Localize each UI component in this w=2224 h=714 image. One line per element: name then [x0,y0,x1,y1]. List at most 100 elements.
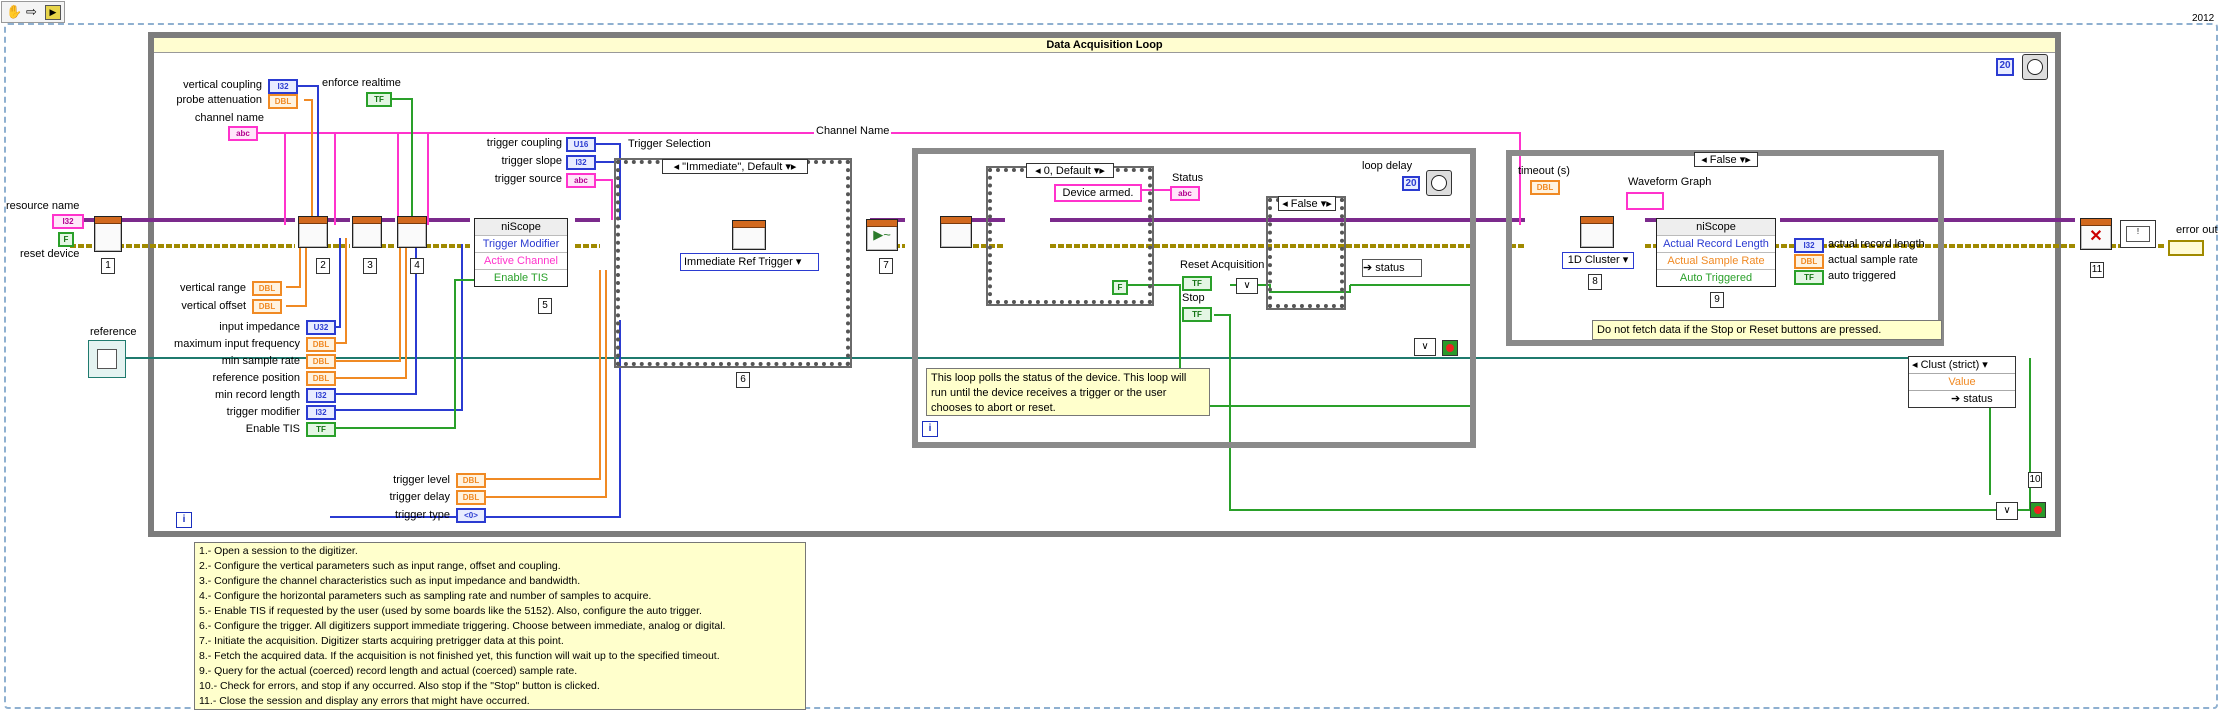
step-1: 1 [101,258,115,274]
enforce-realtime-control[interactable]: TF [366,92,392,107]
trigger-type-label: trigger type [394,509,450,521]
property-auto-triggered[interactable]: Auto Triggered [1657,269,1775,286]
channel-name-wire-label: Channel Name [814,125,892,138]
property-enable-tis[interactable]: Enable TIS [475,269,567,286]
property-actual-record-length[interactable]: Actual Record Length [1657,235,1775,252]
niscope-initialize-node[interactable] [94,216,122,252]
step-3: 3 [363,258,377,274]
stop-button[interactable]: TF [1182,307,1212,322]
enable-tis-label: Enable TIS [245,423,300,435]
note-5: 5.- Enable TIS if requested by the user … [199,605,702,617]
note-6: 6.- Configure the trigger. All digitizer… [199,620,726,632]
step-9: 9 [1710,292,1724,308]
vertical-offset-control[interactable]: DBL [252,299,282,314]
reference-position-control[interactable]: DBL [306,371,336,386]
niscope-configure-horizontal-node[interactable] [397,216,427,248]
vertical-coupling-control[interactable]: I32 [268,79,298,94]
niscope-close-node[interactable]: ✕ [2080,218,2112,250]
property-actual-sample-rate[interactable]: Actual Sample Rate [1657,252,1775,269]
notes-comment: 1.- Open a session to the digitizer. 2.-… [194,542,806,710]
input-impedance-label: input impedance [219,321,300,333]
auto-triggered-indicator: TF [1794,270,1824,285]
auto-triggered-label: auto triggered [1828,270,1896,282]
status-indicator: abc [1170,186,1200,201]
trigger-source-control[interactable]: abc [566,173,596,188]
niscope-fetch-node[interactable] [1580,216,1614,248]
or-gate-status: ∨ [1414,338,1436,356]
max-input-frequency-control[interactable]: DBL [306,337,336,352]
trigger-modifier-control[interactable]: I32 [306,405,336,420]
niscope-configure-trigger-immediate-node[interactable] [732,220,766,250]
simple-error-handler-icon[interactable]: ! [2120,220,2156,248]
niscope-configure-vertical-node[interactable] [298,216,328,248]
enable-tis-control[interactable]: TF [306,422,336,437]
step-8: 8 [1588,274,1602,290]
property-trigger-modifier[interactable]: Trigger Modifier [475,235,567,252]
note-11: 11.- Close the session and display any e… [199,695,530,707]
trigger-slope-control[interactable]: I32 [566,155,596,170]
niscope-initiate-node[interactable]: ▶~ [866,219,898,251]
device-armed-constant: Device armed. [1054,184,1142,202]
max-input-frequency-label: maximum input frequency [174,338,300,350]
status-case-selector[interactable]: ◂ 0, Default ▾▸ [1026,163,1114,178]
loop-delay-constant: 20 [1402,176,1420,191]
or-gate: ∨ [1236,278,1258,294]
fetch-property-node-title: niScope [1657,219,1775,235]
stop-label: Stop [1182,292,1205,304]
wait-icon [1426,170,1452,196]
labview-block-diagram: { "toolbar": {"icons": ["hand-icon", "ar… [0,0,2224,714]
trigger-case-selector[interactable]: ◂ "Immediate", Default ▾▸ [662,159,808,174]
property-node-title: niScope [475,219,567,235]
trigger-coupling-control[interactable]: U16 [566,137,596,152]
trigger-source-label: trigger source [494,173,562,185]
unbundle-title: ◂ Clust (strict) ▾ [1909,357,2015,374]
note-1: 1.- Open a session to the digitizer. [199,545,358,557]
vertical-range-label: vertical range [179,282,246,294]
trigger-slope-label: trigger slope [501,155,562,167]
false-case-selector[interactable]: ◂ False ▾▸ [1278,196,1336,211]
niscope-acquisition-status-node[interactable] [940,216,972,248]
false-case-structure [1266,196,1346,310]
step-5: 5 [538,298,552,314]
vertical-range-control[interactable]: DBL [252,281,282,296]
reset-device-control[interactable]: F [58,232,74,247]
min-record-length-control[interactable]: I32 [306,388,336,403]
trigger-level-control[interactable]: DBL [456,473,486,488]
unbundle-value: Value [1909,374,2015,391]
step-7: 7 [879,258,893,274]
channel-name-label: channel name [194,112,264,124]
actual-record-length-indicator: I32 [1794,238,1824,253]
niscope-configure-channel-node[interactable] [352,216,382,248]
niscope-property-node-trigger[interactable]: niScope Trigger Modifier Active Channel … [474,218,568,287]
timeout-control[interactable]: DBL [1530,180,1560,195]
min-sample-rate-control[interactable]: DBL [306,354,336,369]
trigger-ring[interactable]: Immediate Ref Trigger ▾ [680,253,819,271]
resource-name-control[interactable]: I32 [52,214,84,229]
fetch-case-selector[interactable]: ◂ False ▾▸ [1694,152,1758,167]
step-4: 4 [410,258,424,274]
channel-name-control[interactable]: abc [228,126,258,141]
niscope-property-node-fetch[interactable]: niScope Actual Record Length Actual Samp… [1656,218,1776,287]
loop-delay-label: loop delay [1362,160,1413,172]
or-gate-main: ∨ [1996,502,2018,520]
note-10: 10.- Check for errors, and stop if any o… [199,680,600,692]
note-8: 8.- Fetch the acquired data. If the acqu… [199,650,720,662]
step-11: 11 [2090,262,2104,278]
note-9: 9.- Query for the actual (coerced) recor… [199,665,578,677]
resource-name-label: resource name [6,200,80,212]
reset-acquisition-button[interactable]: TF [1182,276,1212,291]
property-active-channel[interactable]: Active Channel [475,252,567,269]
status-loop-comment: This loop polls the status of the device… [926,368,1210,416]
reference-position-label: reference position [212,372,300,384]
fetch-type-ring[interactable]: 1D Cluster ▾ [1562,252,1634,269]
actual-record-length-label: actual record length [1828,238,1925,250]
trigger-delay-control[interactable]: DBL [456,490,486,505]
trigger-selection-label: Trigger Selection [628,138,711,150]
probe-attenuation-label: probe attenuation [176,94,262,106]
probe-attenuation-control[interactable]: DBL [268,94,298,109]
trigger-type-control[interactable]: <0> [456,508,486,523]
input-impedance-control[interactable]: U32 [306,320,336,335]
unbundle-status: ➔ status [1951,393,1993,405]
status-unbundle: ➔ status [1362,259,1422,277]
reset-acquisition-label: Reset Acquisition [1180,259,1265,271]
